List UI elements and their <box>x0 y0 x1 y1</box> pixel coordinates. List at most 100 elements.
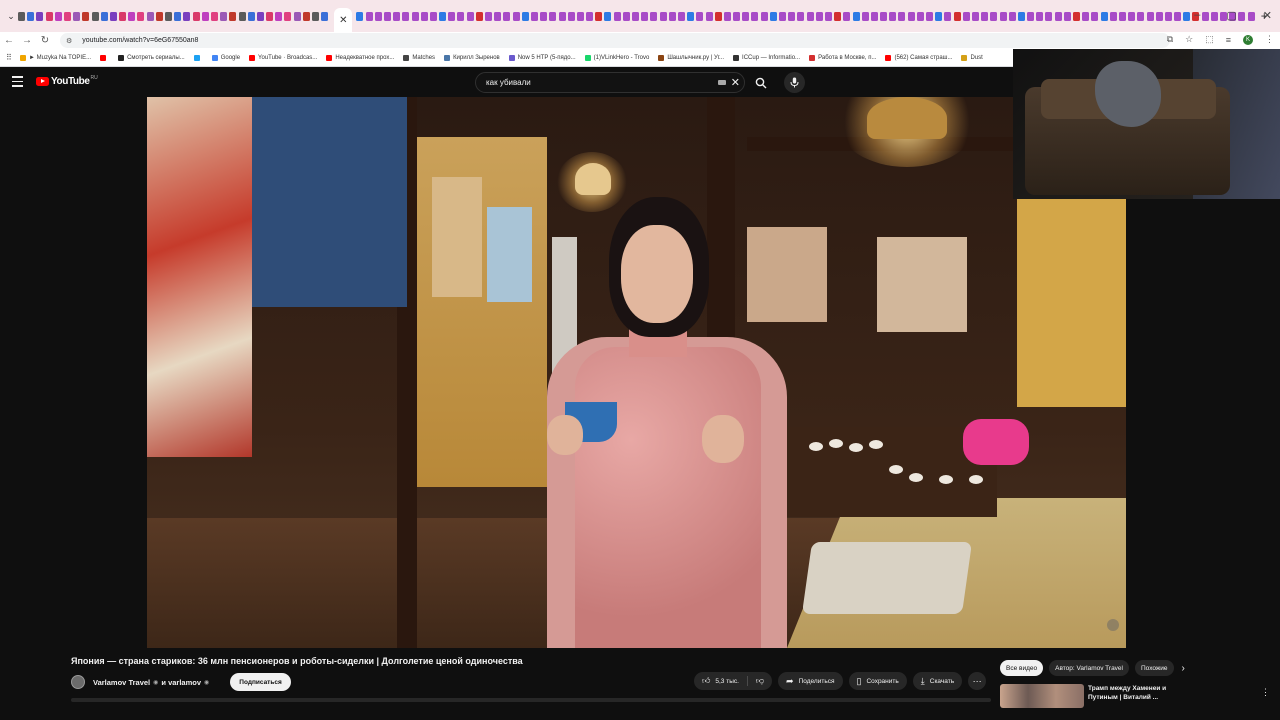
bookmark-item[interactable] <box>100 54 109 61</box>
search-button[interactable] <box>749 72 773 93</box>
youtube-logo[interactable]: YouTube RU <box>36 75 98 87</box>
tab-favicon[interactable] <box>494 11 502 21</box>
tab-favicon[interactable] <box>210 11 218 21</box>
bookmark-item[interactable]: Смотреть сериалы... <box>118 54 185 61</box>
bookmark-item[interactable]: Matches <box>403 54 435 61</box>
bookmark-item[interactable]: Кирилл Зыренов <box>444 54 500 61</box>
tab-favicon[interactable] <box>953 11 961 21</box>
tab-favicon[interactable] <box>687 11 695 21</box>
tab-favicon[interactable] <box>63 11 71 21</box>
tab-favicon[interactable] <box>1146 11 1154 21</box>
tab-favicon[interactable] <box>852 11 860 21</box>
channel-name[interactable]: Varlamov Travel <box>93 678 150 687</box>
video-player[interactable] <box>147 97 1126 648</box>
forward-button[interactable]: → <box>18 35 36 46</box>
tab-favicon[interactable] <box>1183 11 1191 21</box>
voice-search-button[interactable] <box>784 72 805 93</box>
tab-favicon[interactable] <box>586 11 594 21</box>
tab-favicon[interactable] <box>779 11 786 21</box>
recommended-thumbnail[interactable] <box>1000 684 1084 708</box>
tab-favicon[interactable] <box>632 11 639 21</box>
apps-grid-icon[interactable]: ⠿ <box>6 53 20 62</box>
keyboard-icon[interactable] <box>718 80 726 85</box>
tab-favicon[interactable] <box>659 11 667 21</box>
tab-favicon[interactable] <box>27 11 35 21</box>
bookmark-item[interactable]: ► Muzyka Na TOPIE... <box>20 54 91 61</box>
tab-favicon[interactable] <box>275 11 283 21</box>
tab-favicon[interactable] <box>201 11 209 21</box>
tab-favicon[interactable] <box>1118 11 1126 21</box>
subscribe-button[interactable]: Подписаться <box>230 673 291 691</box>
tab-favicon[interactable] <box>880 11 888 21</box>
bookmark-item[interactable]: ICCup — Informatio... <box>733 54 800 61</box>
tab-favicon[interactable] <box>576 11 584 21</box>
tab-favicon[interactable] <box>229 11 237 21</box>
tab-favicon[interactable] <box>137 11 145 21</box>
tab-favicon[interactable] <box>549 11 557 21</box>
address-bar[interactable]: ⚙ youtube.com/watch?v=6eG67550an8 <box>60 33 1170 48</box>
tab-favicon[interactable] <box>962 11 970 21</box>
tab-favicon[interactable] <box>1027 11 1035 21</box>
chevron-right-icon[interactable]: › <box>1182 663 1185 674</box>
minimize-button[interactable]: – <box>1194 9 1200 22</box>
channel-avatar[interactable] <box>71 675 85 689</box>
tab-favicon[interactable] <box>420 11 428 21</box>
tab-favicon[interactable] <box>220 11 228 21</box>
kebab-menu-icon[interactable]: ⋮ <box>1261 687 1270 698</box>
menu-icon[interactable] <box>12 76 23 88</box>
tab-favicon[interactable] <box>751 11 759 21</box>
tab-favicon[interactable] <box>73 11 81 21</box>
tab-favicon[interactable] <box>402 11 410 21</box>
tab-favicon[interactable] <box>365 11 373 21</box>
tab-favicon[interactable] <box>723 11 731 21</box>
tab-favicon[interactable] <box>714 11 722 21</box>
tab-favicon[interactable] <box>45 11 53 21</box>
tab-favicon[interactable] <box>990 11 998 21</box>
translate-icon[interactable]: ≡ <box>1226 35 1231 45</box>
browser-menu-icon[interactable]: ⋮ <box>1265 34 1274 45</box>
search-input[interactable]: как убивали ✕ <box>475 72 745 93</box>
tab-favicon[interactable] <box>668 11 676 21</box>
cast-icon[interactable]: ⧉ <box>1167 34 1173 45</box>
tab-favicon[interactable] <box>247 11 255 21</box>
tab-favicon[interactable] <box>383 11 391 21</box>
tab-favicon[interactable] <box>797 11 805 21</box>
tab-favicon[interactable] <box>898 11 906 21</box>
tab-favicon[interactable] <box>1174 11 1182 21</box>
tab-favicon[interactable] <box>512 11 520 21</box>
tab-favicon[interactable] <box>650 11 658 21</box>
tab-favicon[interactable] <box>174 11 182 21</box>
reload-button[interactable]: ↻ <box>36 35 54 46</box>
tab-favicon[interactable] <box>540 11 548 21</box>
tab-favicon[interactable] <box>999 11 1007 21</box>
back-button[interactable]: ← <box>0 35 18 46</box>
tab-favicon[interactable] <box>926 11 933 21</box>
tab-favicon[interactable] <box>677 11 685 21</box>
tab-favicon[interactable] <box>238 11 246 21</box>
tab-favicon[interactable] <box>604 11 612 21</box>
tab-favicon[interactable] <box>256 11 264 21</box>
tab-favicon[interactable] <box>119 11 127 21</box>
tab-favicon[interactable] <box>109 11 117 21</box>
tab-favicon[interactable] <box>312 11 319 21</box>
tab-favicon[interactable] <box>530 11 538 21</box>
extensions-icon[interactable]: ⬚ <box>1205 34 1214 45</box>
tab-favicon[interactable] <box>457 11 465 21</box>
tab-favicon[interactable] <box>889 11 897 21</box>
close-window-button[interactable]: ✕ <box>1263 9 1272 22</box>
tab-favicon[interactable] <box>567 11 575 21</box>
tab-favicon[interactable] <box>302 11 310 21</box>
tab-favicon[interactable] <box>1137 11 1145 21</box>
tab-favicon[interactable] <box>981 11 989 21</box>
tab-favicon[interactable] <box>466 11 474 21</box>
tab-favicon[interactable] <box>321 11 329 21</box>
tab-favicon[interactable] <box>411 11 419 21</box>
tab-favicon[interactable] <box>91 11 99 21</box>
tab-favicon[interactable] <box>1073 11 1080 21</box>
tab-favicon[interactable] <box>944 11 952 21</box>
dislike-button[interactable]: 👎︎ <box>748 672 772 690</box>
tab-favicon[interactable] <box>475 11 483 21</box>
recommended-title[interactable]: Трамп между Хаменеи и Путиным | Виталий … <box>1088 684 1188 708</box>
chip-author[interactable]: Автор: Varlamov Travel <box>1049 660 1129 676</box>
tab-favicon[interactable] <box>622 11 630 21</box>
